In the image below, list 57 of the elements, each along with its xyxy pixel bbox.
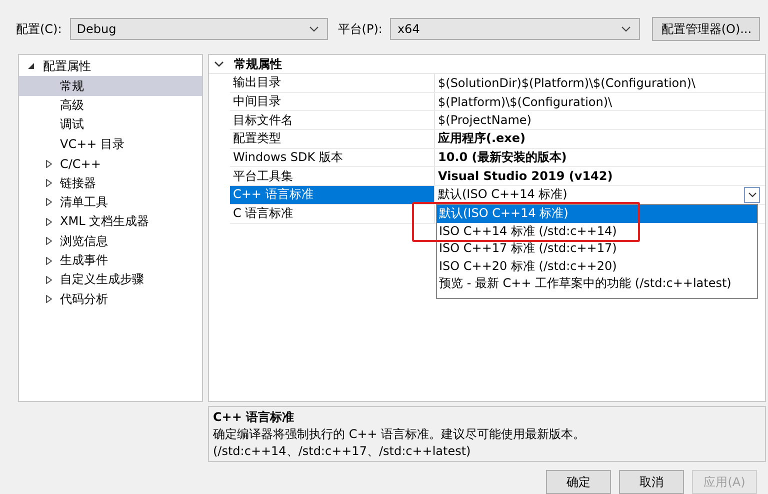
property-name[interactable]: C 语言标准 xyxy=(230,204,435,222)
property-value: 10.0 (最新安装的版本) xyxy=(437,149,568,166)
property-value: 应用程序(.exe) xyxy=(437,130,527,148)
tree-item[interactable]: 自定义生成步骤 xyxy=(19,270,202,290)
tree-item[interactable]: VC++ 目录 xyxy=(19,134,202,154)
property-name[interactable]: 平台工具集 xyxy=(230,167,435,186)
tree-item[interactable]: 高级 xyxy=(19,96,202,116)
tree-item[interactable]: 清单工具 xyxy=(19,192,202,212)
tree-item[interactable]: C/C++ xyxy=(19,154,202,174)
description-text: 确定编译器将强制执行的 C++ 语言标准。建议尽可能使用最新版本。(/std:c++14、/std:c++17、/std:c++latest) xyxy=(213,426,586,460)
config-label: 配置(C): xyxy=(16,20,62,38)
collapsed-triangle-icon xyxy=(46,295,52,304)
property-value: $(ProjectName) xyxy=(437,112,532,130)
property-value[interactable]: 默认(ISO C++14 标准) xyxy=(438,186,568,204)
tree-item[interactable]: 链接器 xyxy=(19,173,202,193)
dropdown-option[interactable]: ISO C++20 标准 (/std:c++20) xyxy=(437,258,757,275)
property-name[interactable]: 配置类型 xyxy=(230,130,435,148)
dropdown-arrow-button[interactable] xyxy=(744,186,760,203)
dialog-button[interactable]: 取消 xyxy=(619,470,684,494)
chevron-down-icon xyxy=(308,26,319,32)
configuration-manager-button[interactable]: 配置管理器(O)... xyxy=(652,17,760,41)
collapsed-triangle-icon xyxy=(46,179,52,188)
chevron-down-icon xyxy=(621,26,632,32)
tree-item[interactable]: 常规 xyxy=(19,76,202,96)
collapsed-triangle-icon xyxy=(46,256,52,265)
tree-item[interactable]: XML 文档生成器 xyxy=(19,212,202,232)
chevron-down-icon xyxy=(748,192,756,198)
collapsed-triangle-icon xyxy=(46,198,52,206)
collapsed-triangle-icon xyxy=(46,276,52,284)
property-name[interactable]: 中间目录 xyxy=(230,92,435,110)
collapsed-triangle-icon xyxy=(46,237,52,246)
platform-label: 平台(P): xyxy=(338,20,382,38)
property-value: $(SolutionDir)$(Platform)\$(Configuration)\ xyxy=(437,74,696,92)
dropdown-option[interactable]: 默认(ISO C++14 标准) xyxy=(437,205,757,222)
property-value: Visual Studio 2019 (v142) xyxy=(437,168,614,186)
dropdown-option[interactable]: 预览 - 最新 C++ 工作草案中的功能 (/std:c++latest) xyxy=(437,275,757,292)
property-name[interactable]: 输出目录 xyxy=(230,74,435,92)
property-value: $(Platform)\$(Configuration)\ xyxy=(437,94,614,110)
collapsed-triangle-icon xyxy=(46,160,52,168)
section-header[interactable]: 常规属性 xyxy=(209,55,765,74)
config-dropdown[interactable]: Debug xyxy=(70,18,328,40)
platform-dropdown[interactable]: x64 xyxy=(390,18,640,40)
tree-item[interactable]: 生成事件 xyxy=(19,250,202,270)
expanded-triangle-icon xyxy=(28,63,35,70)
description-title: C++ 语言标准 xyxy=(213,409,296,426)
tree-item[interactable]: 代码分析 xyxy=(19,290,202,310)
dropdown-option[interactable]: ISO C++17 标准 (/std:c++17) xyxy=(437,240,757,258)
dropdown-option[interactable]: ISO C++14 标准 (/std:c++14) xyxy=(437,222,757,240)
chevron-down-icon xyxy=(214,59,224,69)
property-name[interactable]: 目标文件名 xyxy=(230,111,435,130)
dialog-button[interactable]: 确定 xyxy=(546,470,611,494)
tree-item[interactable]: 调试 xyxy=(19,115,202,135)
tree-item[interactable]: 浏览信息 xyxy=(19,232,202,251)
property-name[interactable]: C++ 语言标准 xyxy=(230,186,435,204)
property-name[interactable]: Windows SDK 版本 xyxy=(230,148,435,166)
collapsed-triangle-icon xyxy=(46,218,52,226)
tree-item[interactable]: 配置属性 xyxy=(19,57,202,76)
